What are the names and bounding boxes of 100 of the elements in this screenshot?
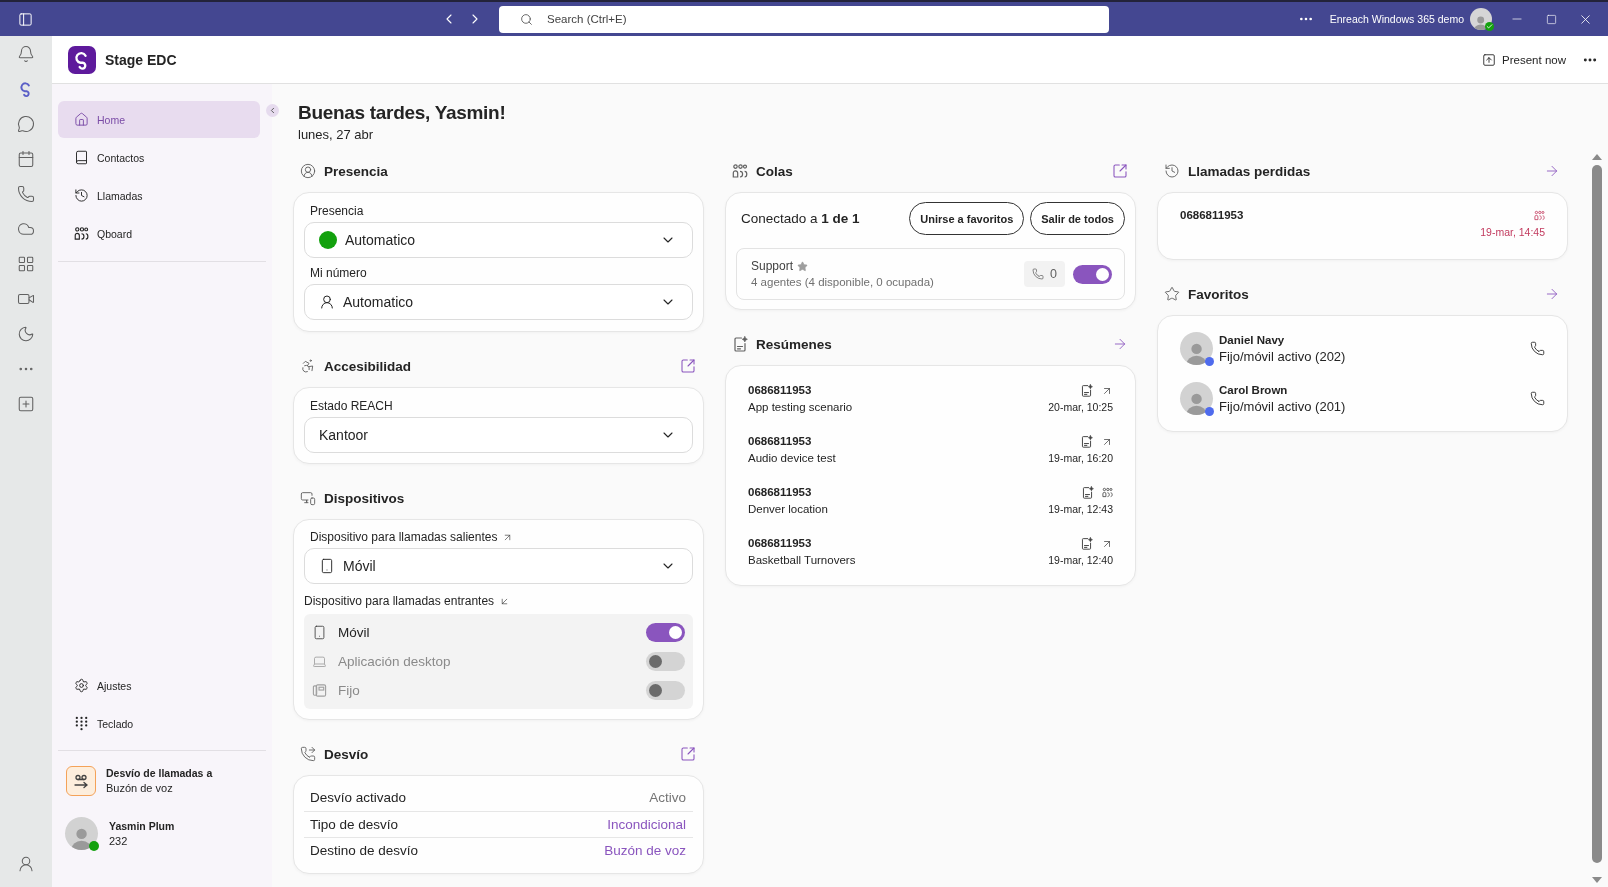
queue-name: Support	[751, 258, 794, 274]
phone-icon[interactable]	[17, 184, 35, 203]
crescent-icon[interactable]	[17, 324, 35, 343]
voicemail-forward-icon[interactable]	[66, 765, 96, 796]
phone-forward-icon	[300, 746, 316, 762]
nav-item[interactable]: Teclado	[58, 705, 260, 742]
add-icon[interactable]	[17, 394, 35, 413]
home-icon	[74, 112, 89, 127]
field-label: Dispositivo para llamadas salientes	[310, 529, 498, 546]
search-field[interactable]: Search (Ctrl+E)	[499, 5, 1109, 33]
dropdown[interactable]: Móvil	[304, 548, 693, 584]
phone-number: 0686811953	[748, 485, 812, 500]
app-title: Stage EDC	[105, 51, 177, 68]
document-sparkle-icon[interactable]	[1081, 486, 1094, 499]
nav-item[interactable]: Ajustes	[58, 667, 260, 704]
time-text: 19-mar, 12:43	[1048, 502, 1113, 517]
field-label: Mi número	[310, 265, 367, 282]
chat-icon[interactable]	[17, 114, 35, 133]
person-circle-icon	[300, 163, 316, 179]
time-text: 19-mar, 12:40	[1048, 553, 1113, 568]
section-title: Desvío	[324, 746, 369, 762]
people-group-icon	[74, 226, 89, 241]
section-title: Llamadas perdidas	[1188, 163, 1311, 179]
value-link[interactable]: Incondicional	[607, 816, 686, 832]
dropdown[interactable]: Kantoor	[304, 417, 693, 453]
people-group-icon	[732, 163, 748, 179]
people-group-icon	[1102, 487, 1113, 498]
open-external-icon[interactable]	[1112, 163, 1128, 179]
toggle-switch[interactable]	[1073, 264, 1112, 284]
phone-icon[interactable]	[1530, 391, 1545, 406]
section-title: Favoritos	[1188, 286, 1249, 302]
smartphone-icon	[312, 625, 327, 640]
phone-number: 0686811953	[1180, 208, 1244, 223]
nav-item[interactable]: Llamadas	[58, 177, 260, 214]
pill-button[interactable]: Unirse a favoritos	[909, 202, 1025, 235]
laptop-icon	[312, 654, 327, 669]
avatar-placeholder[interactable]	[1470, 8, 1492, 30]
document-sparkle-icon[interactable]	[1080, 384, 1093, 397]
nav-item[interactable]: Contactos	[58, 139, 260, 176]
phone-number: 0686811953	[748, 383, 812, 398]
time-text: 20-mar, 10:25	[1048, 400, 1113, 415]
devices-icon	[300, 490, 316, 506]
dropdown[interactable]: Automatico	[304, 222, 693, 258]
history-icon	[74, 188, 89, 203]
time-text: 19-mar, 14:45	[1480, 225, 1545, 240]
phone-icon[interactable]	[1530, 341, 1545, 356]
toggle-switch[interactable]	[646, 623, 685, 642]
open-external-icon[interactable]	[680, 746, 696, 762]
keypad-icon	[74, 716, 89, 731]
sidebar-toggle-icon[interactable]	[18, 11, 33, 27]
document-sparkle-icon[interactable]	[1080, 435, 1093, 448]
row-label: Destino de desvío	[310, 843, 419, 859]
device-label: Fijo	[338, 683, 360, 698]
date-text: lunes, 27 abr	[298, 126, 374, 143]
forwarding-title: Desvío de llamadas a	[106, 765, 213, 781]
present-button[interactable]: Present now	[1476, 48, 1572, 71]
field-label: Estado REACH	[310, 398, 393, 415]
phone-number: 0686811953	[748, 434, 812, 449]
section-title: Colas	[756, 163, 793, 179]
settings-icon	[74, 678, 89, 693]
calendar-icon[interactable]	[17, 149, 35, 168]
bell-icon[interactable]	[17, 44, 35, 63]
value-link[interactable]: Buzón de voz	[604, 843, 686, 859]
device-label: Aplicación desktop	[338, 654, 451, 669]
toggle-switch[interactable]	[646, 681, 685, 700]
connected-text: Conectado a 1 de 1	[741, 211, 860, 226]
document-sparkle-icon[interactable]	[1080, 537, 1093, 550]
user-icon[interactable]	[17, 854, 35, 873]
summary-title: Denver location	[748, 502, 828, 517]
dropdown[interactable]: Automatico	[304, 284, 693, 320]
app-grid-icon[interactable]	[17, 254, 35, 273]
person-icon	[319, 294, 335, 310]
toggle-switch[interactable]	[646, 652, 685, 671]
open-external-icon[interactable]	[680, 358, 696, 374]
value-text: Activo	[649, 789, 686, 805]
summary-title: App testing scenario	[748, 400, 853, 415]
nav-item[interactable]: Home	[58, 101, 260, 138]
user-extension: 232	[109, 833, 128, 849]
user-name: Yasmin Plum	[109, 818, 175, 834]
device-label: Móvil	[338, 625, 370, 640]
smartphone-icon	[319, 558, 335, 574]
pill-button[interactable]: Salir de todos	[1030, 202, 1125, 235]
star-icon[interactable]	[797, 260, 809, 272]
call-count: 0	[1024, 261, 1065, 287]
search-icon	[520, 12, 533, 26]
phone-icon	[1032, 268, 1045, 280]
maximize-icon[interactable]	[1545, 13, 1557, 25]
row-label: Tipo de desvío	[310, 816, 399, 832]
square-arrow-up-icon	[1482, 52, 1497, 67]
logo-icon	[68, 45, 96, 74]
greeting-title: Buenas tardes, Yasmin!	[298, 101, 506, 125]
status-dot-icon	[319, 231, 337, 249]
nav-item[interactable]: Qboard	[58, 215, 260, 252]
field-label: Presencia	[310, 203, 364, 220]
contact-name: Daniel Navy	[1219, 333, 1285, 348]
account-name: Enreach Windows 365 demo	[1329, 13, 1464, 25]
avatar-placeholder[interactable]	[65, 817, 98, 850]
contact-status: Fijo/móvil activo (202)	[1219, 348, 1346, 365]
section-title: Accesibilidad	[324, 358, 412, 374]
scrollbar[interactable]	[1592, 154, 1602, 883]
